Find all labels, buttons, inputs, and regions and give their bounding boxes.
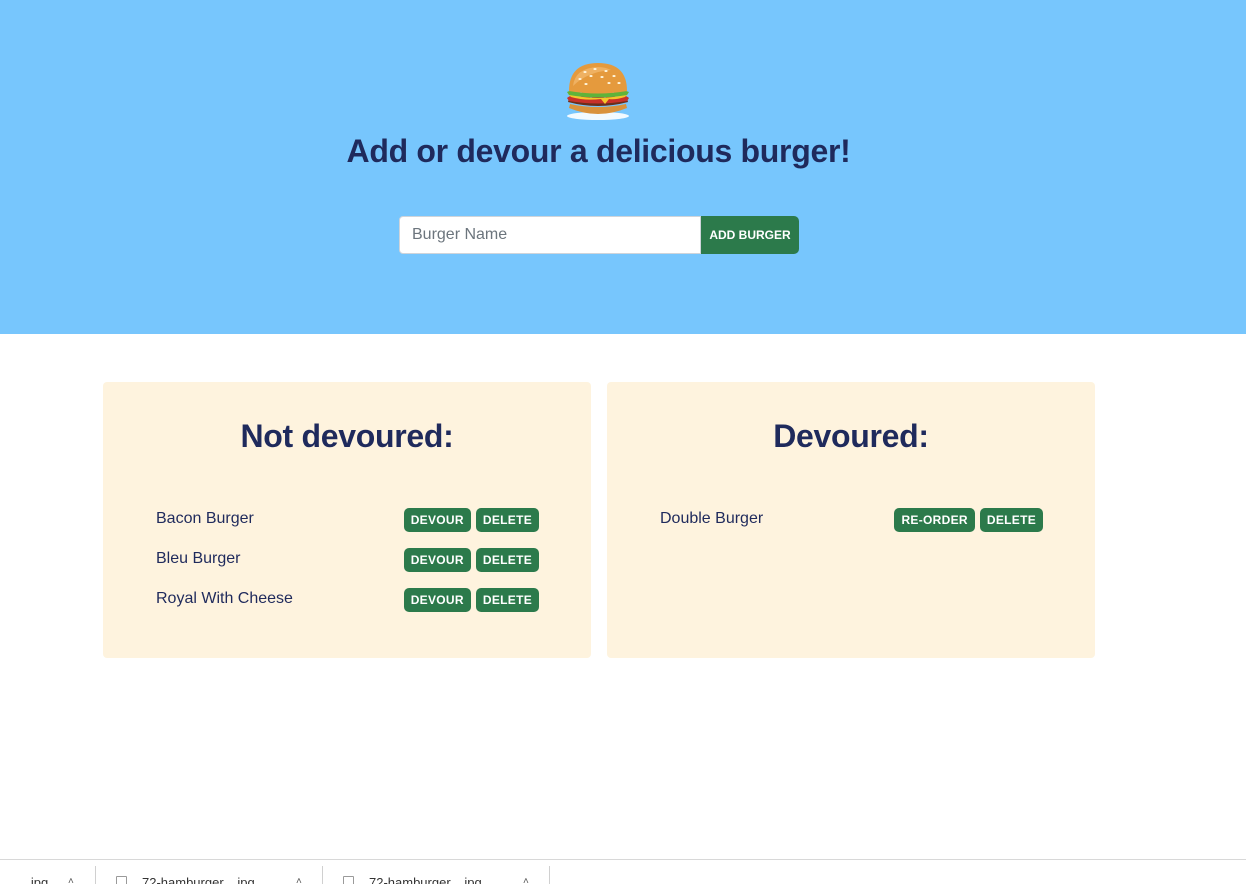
burger-name-input[interactable] [399, 216, 701, 254]
download-item[interactable]: 72-hamburger....jpg ˄ [116, 860, 312, 884]
list-item: Bacon Burger DEVOUR DELETE [156, 508, 539, 532]
burger-actions: RE-ORDER DELETE [894, 508, 1043, 532]
list-item: Bleu Burger DEVOUR DELETE [156, 548, 539, 572]
devoured-heading: Devoured: [773, 418, 929, 454]
reorder-button[interactable]: RE-ORDER [894, 508, 975, 532]
divider [322, 866, 323, 884]
add-burger-button[interactable]: ADD BURGER [701, 216, 799, 254]
hamburger-icon [567, 63, 629, 120]
list-item: Double Burger RE-ORDER DELETE [660, 508, 1043, 532]
burger-name: Bacon Burger [156, 510, 254, 527]
list-item: Royal With Cheese DEVOUR DELETE [156, 588, 539, 612]
not-devoured-card: Not devoured: Bacon Burger DEVOUR DELETE… [103, 382, 591, 658]
burger-actions: DEVOUR DELETE [403, 588, 539, 612]
download-item[interactable]: 72-hamburger....jpg ˄ [343, 860, 539, 884]
delete-button[interactable]: DELETE [475, 508, 539, 532]
hero-banner: Add or devour a delicious burger! ADD BU… [0, 0, 1246, 334]
burger-name: Bleu Burger [156, 550, 241, 567]
not-devoured-heading: Not devoured: [240, 418, 454, 454]
delete-button[interactable]: DELETE [475, 548, 539, 572]
divider [549, 866, 550, 884]
burger-name: Double Burger [660, 510, 764, 527]
burger-actions: DEVOUR DELETE [403, 548, 539, 572]
delete-button[interactable]: DELETE [475, 588, 539, 612]
devoured-card: Devoured: Double Burger RE-ORDER DELETE [607, 382, 1095, 658]
devour-button[interactable]: DEVOUR [403, 588, 471, 612]
add-burger-form: ADD BURGER [399, 216, 799, 254]
devour-button[interactable]: DEVOUR [403, 548, 471, 572]
burger-name: Royal With Cheese [156, 590, 293, 607]
burger-actions: DEVOUR DELETE [403, 508, 539, 532]
download-item[interactable]: ...jpg ˄ [0, 860, 86, 884]
delete-button[interactable]: DELETE [979, 508, 1043, 532]
devour-button[interactable]: DEVOUR [403, 508, 471, 532]
divider [95, 866, 96, 884]
downloads-bar: ...jpg ˄ 72-hamburger....jpg ˄ 72-hambur… [0, 859, 1246, 884]
page-title: Add or devour a delicious burger! [346, 133, 851, 169]
